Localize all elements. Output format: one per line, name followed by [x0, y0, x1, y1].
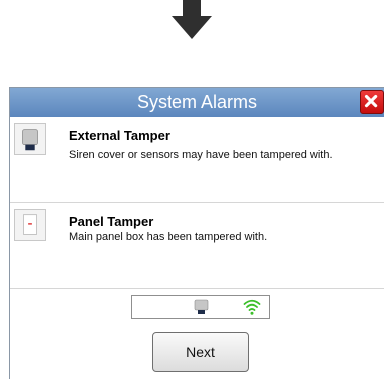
close-button[interactable] [360, 90, 384, 114]
siren-icon [194, 299, 209, 314]
panel-icon [14, 209, 46, 241]
dialog-titlebar: System Alarms [10, 88, 384, 117]
alarm-description: Siren cover or sensors may have been tam… [69, 149, 333, 161]
close-icon [364, 94, 378, 108]
alarm-item-external-tamper[interactable]: External Tamper Siren cover or sensors m… [10, 117, 384, 203]
device-status-bar [131, 295, 270, 319]
alarm-item-panel-tamper[interactable]: Panel Tamper Main panel box has been tam… [10, 203, 384, 289]
next-button[interactable]: Next [152, 332, 249, 372]
down-arrow-icon [172, 0, 212, 39]
siren-icon [14, 123, 46, 155]
alarm-title: Panel Tamper [69, 214, 154, 229]
wifi-signal-icon [243, 299, 261, 315]
alarm-description: Main panel box has been tampered with. [69, 231, 268, 243]
alarm-title: External Tamper [69, 128, 170, 143]
system-alarms-dialog: System Alarms External Tamper Siren cove… [9, 87, 384, 379]
dialog-title: System Alarms [136, 92, 258, 112]
